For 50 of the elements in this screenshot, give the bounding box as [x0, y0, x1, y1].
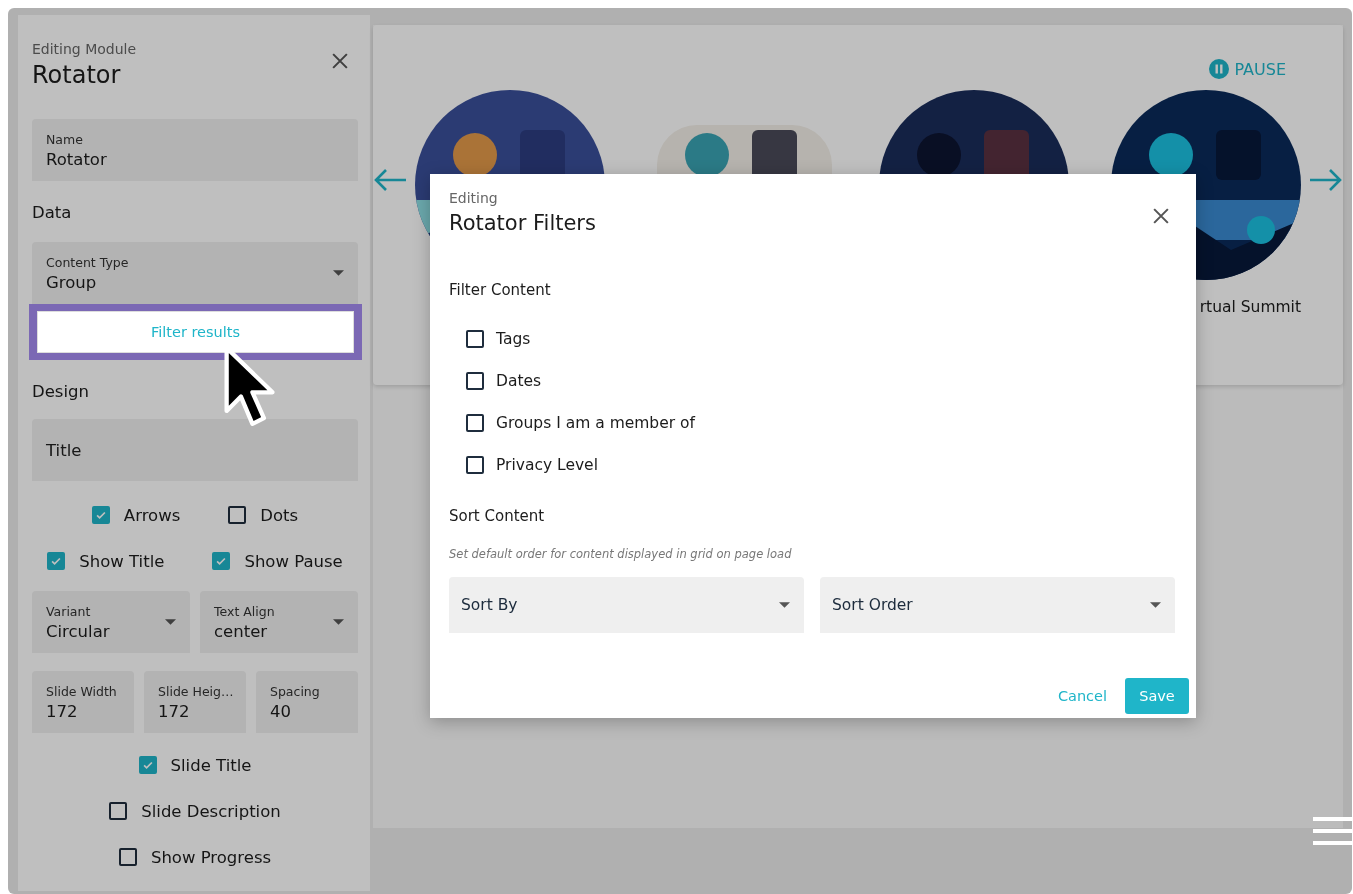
checkbox[interactable]	[47, 552, 66, 570]
checkbox-label: Tags	[496, 330, 531, 348]
title-field[interactable]: Title	[32, 419, 358, 481]
caret-icon	[333, 619, 344, 625]
number-field[interactable]: Slide Heig… 172	[144, 671, 246, 733]
name-field[interactable]: Name Rotator	[32, 119, 358, 181]
content-type-select[interactable]: Content Type Group	[32, 242, 358, 304]
caret-icon	[333, 270, 344, 276]
caret-icon	[1150, 602, 1161, 608]
sort-select[interactable]: Sort By	[449, 577, 804, 633]
dialog-overline: Editing	[449, 190, 499, 206]
number-field[interactable]: Spacing 40	[256, 671, 358, 733]
panel-title: Rotator	[32, 61, 122, 89]
close-icon[interactable]	[332, 53, 348, 69]
close-icon[interactable]	[1153, 208, 1169, 224]
checkbox-label: Privacy Level	[496, 456, 598, 474]
section-heading: Data	[32, 203, 73, 222]
checkbox[interactable]	[109, 802, 128, 820]
number-field[interactable]: Slide Width 172	[32, 671, 134, 733]
hint-text: Set default order for content displayed in grid on page load	[449, 547, 793, 561]
checkbox-label: Groups I am a member of	[496, 414, 695, 432]
checkbox-label: Arrows	[123, 505, 181, 525]
checkbox[interactable]	[466, 456, 484, 474]
caret-icon	[779, 602, 790, 608]
checkbox[interactable]	[138, 756, 157, 774]
section-heading: Sort Content	[449, 507, 546, 525]
checkbox-label: Show Pause	[244, 551, 343, 571]
checkbox[interactable]	[118, 848, 137, 866]
section-heading: Design	[32, 382, 90, 401]
slide-title: rtual Summit	[1198, 298, 1301, 316]
caret-icon	[165, 619, 176, 625]
checkbox-label: Show Progress	[150, 847, 272, 867]
checkbox[interactable]	[466, 414, 484, 432]
checkbox[interactable]	[466, 372, 484, 390]
panel-overline: Editing Module	[32, 41, 137, 57]
pause-icon	[1209, 59, 1230, 79]
checkbox-label: Show Title	[79, 551, 165, 571]
checkbox-label: Dots	[260, 505, 299, 525]
checkbox[interactable]	[228, 506, 247, 524]
dialog-title: Rotator Filters	[449, 211, 596, 235]
checkbox[interactable]	[91, 506, 110, 524]
checkbox-label: Slide Description	[141, 801, 281, 821]
checkbox[interactable]	[466, 330, 484, 348]
select-field[interactable]: Text Align center	[200, 591, 358, 653]
sort-select[interactable]: Sort Order	[820, 577, 1175, 633]
section-heading: Filter Content	[449, 281, 552, 299]
select-field[interactable]: Variant Circular	[32, 591, 190, 653]
checkbox-label: Slide Title	[170, 755, 252, 775]
checkbox-label: Dates	[496, 372, 542, 390]
checkbox[interactable]	[212, 552, 231, 570]
